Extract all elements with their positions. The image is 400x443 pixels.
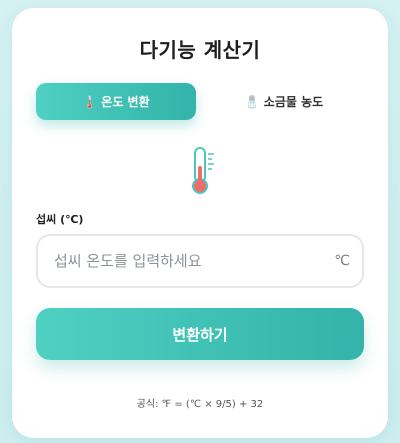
- thermometer-icon: [192, 147, 214, 194]
- mode-tabs: 🌡️ 온도 변환 🧂 소금물 농도: [36, 83, 364, 120]
- salt-shaker-icon: 🧂: [244, 94, 260, 109]
- celsius-unit: ℃: [334, 253, 350, 269]
- tab-temperature[interactable]: 🌡️ 온도 변환: [36, 83, 196, 120]
- thermometer-icon: 🌡️: [82, 94, 98, 109]
- celsius-field-label: 섭씨 (℃): [36, 213, 84, 226]
- tab-salt-concentration[interactable]: 🧂 소금물 농도: [204, 83, 364, 120]
- tab-temperature-label: 온도 변환: [101, 95, 150, 109]
- celsius-input-wrapper: ℃: [36, 234, 364, 288]
- convert-button[interactable]: 변환하기: [36, 308, 364, 360]
- formula-text: 공식: ℉ = (℃ × 9/5) + 32: [136, 399, 264, 410]
- celsius-input[interactable]: [54, 236, 324, 286]
- page-title: 다기능 계산기: [139, 38, 261, 62]
- tab-salt-concentration-label: 소금물 농도: [263, 95, 324, 109]
- calculator-card: 다기능 계산기 🌡️ 온도 변환 🧂 소금물 농도 섭씨 (℃) ℃ 변환하기 …: [12, 8, 388, 438]
